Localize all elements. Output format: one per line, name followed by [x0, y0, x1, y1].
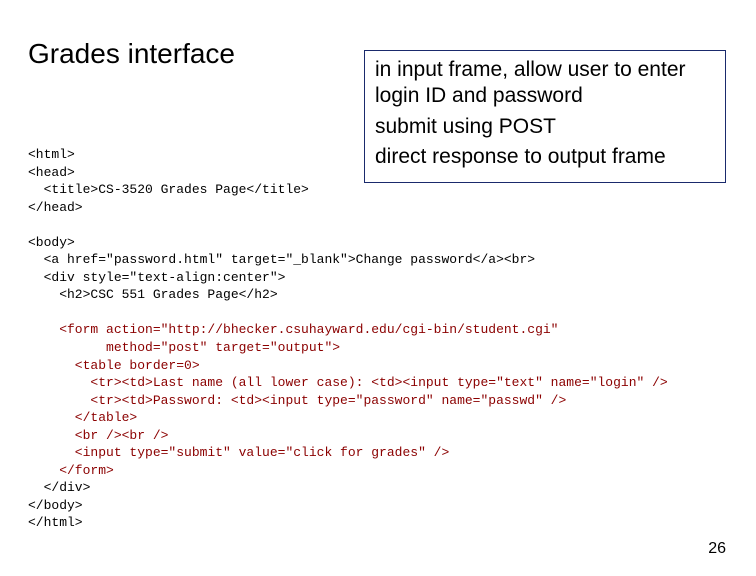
code-l19: </form>	[28, 463, 114, 478]
code-l15: <tr><td>Password: <td><input type="passw…	[28, 393, 566, 408]
callout-line-1: in input frame, allow user to enter logi…	[375, 57, 715, 110]
code-l11: <form action="http://bhecker.csuhayward.…	[28, 322, 559, 337]
page-number: 26	[708, 540, 726, 558]
code-l14: <tr><td>Last name (all lower case): <td>…	[28, 375, 668, 390]
code-l2: <head>	[28, 165, 75, 180]
code-l12: method="post" target="output">	[28, 340, 340, 355]
callout-line-2: submit using POST	[375, 114, 715, 140]
code-l4: </head>	[28, 200, 83, 215]
code-l21: </body>	[28, 498, 83, 513]
code-l16: </table>	[28, 410, 137, 425]
code-l13: <table border=0>	[28, 358, 200, 373]
code-l17: <br /><br />	[28, 428, 168, 443]
slide-title: Grades interface	[28, 38, 235, 70]
code-l6: <body>	[28, 235, 75, 250]
code-l8: <div style="text-align:center">	[28, 270, 285, 285]
code-l22: </html>	[28, 515, 83, 530]
code-l18: <input type="submit" value="click for gr…	[28, 445, 449, 460]
code-l9: <h2>CSC 551 Grades Page</h2>	[28, 287, 278, 302]
code-l7: <a href="password.html" target="_blank">…	[28, 252, 535, 267]
code-l1: <html>	[28, 147, 75, 162]
code-l3: <title>CS-3520 Grades Page</title>	[28, 182, 309, 197]
code-l20: </div>	[28, 480, 90, 495]
code-block: <html> <head> <title>CS-3520 Grades Page…	[28, 146, 668, 532]
